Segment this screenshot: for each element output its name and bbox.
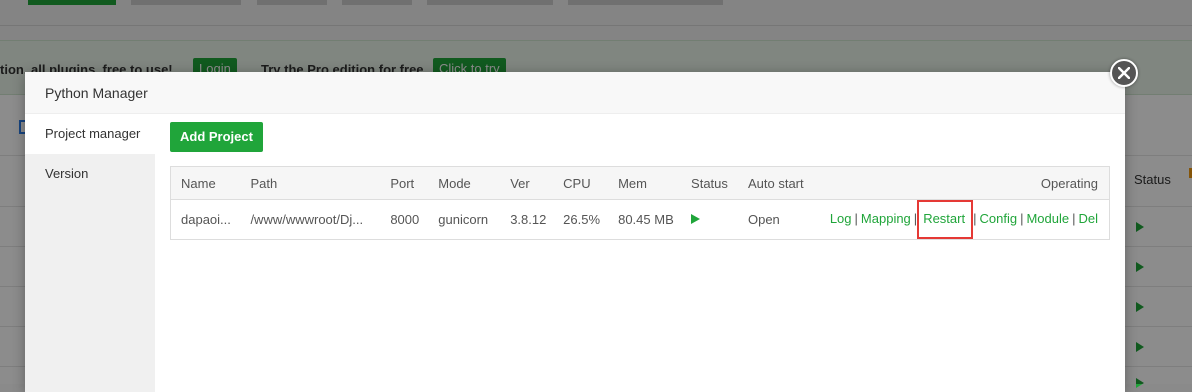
project-path-link[interactable]: /www/wwwroot/Dj... xyxy=(240,200,380,240)
python-manager-dialog: Python Manager Project manager Version A… xyxy=(25,59,1138,392)
separator: | xyxy=(854,211,858,226)
restart-link[interactable]: Restart xyxy=(923,211,965,226)
close-button[interactable] xyxy=(1110,59,1138,87)
column-header-port: Port xyxy=(380,166,429,200)
dialog-sidebar: Project manager Version xyxy=(25,114,155,392)
column-header-name: Name xyxy=(170,166,241,200)
project-name[interactable]: dapaoi... xyxy=(171,200,241,240)
mapping-link[interactable]: Mapping xyxy=(861,211,911,226)
column-header-mode: Mode xyxy=(428,166,501,200)
column-header-status: Status xyxy=(681,166,738,200)
config-link[interactable]: Config xyxy=(979,211,1017,226)
column-header-operating: Operating xyxy=(819,166,1110,200)
restart-highlight-box: Restart xyxy=(917,200,974,239)
project-port: 8000 xyxy=(390,212,420,227)
project-mem: 80.45 MB xyxy=(618,212,674,227)
module-link[interactable]: Module xyxy=(1026,211,1069,226)
project-status[interactable] xyxy=(681,200,738,240)
sidebar-item-version[interactable]: Version xyxy=(25,154,155,194)
column-header-path: Path xyxy=(240,166,381,200)
project-mode: gunicorn xyxy=(438,212,489,227)
close-icon xyxy=(1118,67,1130,79)
column-header-ver: Ver xyxy=(500,166,554,200)
delete-link[interactable]: Del xyxy=(1078,211,1098,226)
project-version: 3.8.12 xyxy=(510,212,547,227)
sidebar-item-project-manager[interactable]: Project manager xyxy=(25,114,155,154)
column-header-auto-start: Auto start xyxy=(737,166,820,200)
column-header-mem: Mem xyxy=(608,166,682,200)
operations-cell: Log | Mapping | Restart | Config | Module | Del xyxy=(820,200,1110,240)
auto-start-toggle[interactable]: Open xyxy=(738,200,820,240)
project-table: Name Path Port Mode Ver CPU Mem Status A… xyxy=(170,166,1110,240)
add-project-button[interactable]: Add Project xyxy=(170,122,263,152)
project-cpu: 26.5% xyxy=(563,212,601,227)
column-header-cpu: CPU xyxy=(553,166,609,200)
dialog-title: Python Manager xyxy=(45,85,148,101)
table-row: dapaoi... /www/wwwroot/Dj... 8000 gunico… xyxy=(171,200,1110,240)
project-manager-panel: Add Project Name Path Port Mode Ver CPU … xyxy=(170,114,1110,392)
dialog-header: Python Manager xyxy=(25,72,1125,114)
table-header-row: Name Path Port Mode Ver CPU Mem Status A… xyxy=(170,166,1110,200)
play-icon[interactable] xyxy=(691,214,701,224)
log-link[interactable]: Log xyxy=(830,211,852,226)
